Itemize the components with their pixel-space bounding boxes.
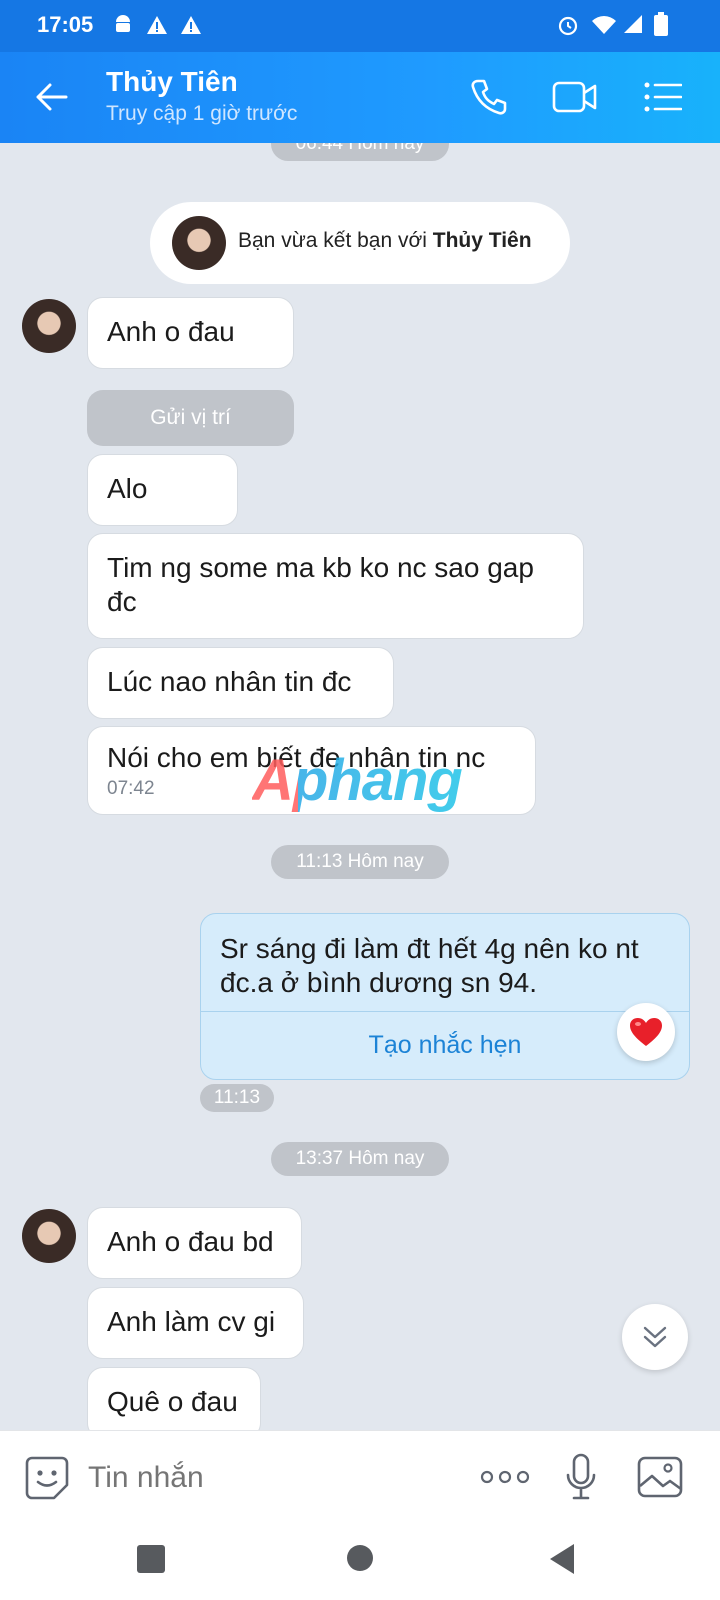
microphone-icon[interactable] [566,1453,596,1501]
list-menu-icon[interactable] [644,82,682,112]
contact-name[interactable]: Thủy Tiên [106,66,238,98]
android-icon [116,15,130,32]
message-input[interactable] [86,1453,460,1503]
video-camera-icon[interactable] [552,80,598,114]
last-seen-status: Truy cập 1 giờ trước [106,102,298,125]
received-message[interactable]: Anh làm cv gi [87,1287,304,1359]
back-button[interactable] [549,1543,575,1575]
double-chevron-down-icon [643,1326,667,1348]
message-list[interactable]: 06:44 Hôm nay Bạn vừa kết bạn với Thủy T… [0,143,720,1430]
more-dots-icon[interactable] [480,1469,530,1485]
heart-reaction-button[interactable] [617,1003,675,1061]
recent-apps-button[interactable] [137,1545,165,1573]
message-text: Tim ng some ma kb ko nc sao gap đc [107,552,534,617]
status-time: 17:05 [37,12,94,37]
status-bar: 17:05 [0,0,720,52]
battery-icon [654,12,668,36]
signal-icon [624,15,642,33]
alarm-icon [558,16,578,36]
button-label: Gửi vị trí [150,406,231,429]
heart-reaction-icon [630,1018,662,1046]
avatar[interactable] [22,299,76,353]
warning-icon [181,16,201,34]
home-button[interactable] [347,1545,373,1571]
time-divider: 13:37 Hôm nay [271,1142,449,1176]
watermark-logo: Aphang [252,747,463,814]
friend-notice: Bạn vừa kết bạn với Thủy Tiên [150,202,570,284]
avatar[interactable] [172,216,226,270]
scroll-to-bottom-button[interactable] [622,1304,688,1370]
message-text: Anh o đau [107,316,235,347]
received-message[interactable]: Alo [87,454,238,526]
avatar[interactable] [22,1209,76,1263]
image-icon[interactable] [637,1456,683,1498]
notice-name: Thủy Tiên [432,229,532,252]
received-message[interactable]: Anh o đau [87,297,294,369]
message-text: Quê o đau [107,1386,238,1417]
notice-prefix: Bạn vừa kết bạn với [238,229,427,252]
message-text: Sr sáng đi làm đt hết 4g nên ko nt đc.a … [220,933,639,998]
received-message[interactable]: Anh o đau bd [87,1207,302,1279]
watermark-text: Aphang [252,748,463,813]
create-reminder-button[interactable]: Tạo nhắc hẹn [201,1012,689,1079]
sticker-face-icon[interactable] [24,1455,70,1501]
sent-message[interactable]: Sr sáng đi làm đt hết 4g nên ko nt đc.a … [200,913,690,1080]
time-divider: 11:13 Hôm nay [271,845,449,879]
message-text: Anh làm cv gi [107,1306,276,1337]
phone-icon[interactable] [470,78,508,116]
system-nav-bar [0,1522,720,1600]
message-text: Lúc nao nhân tin đc [107,666,352,697]
message-text: Alo [107,473,148,504]
chat-header: Thủy Tiên Truy cập 1 giờ trước [0,52,720,143]
wifi-icon [592,16,616,34]
button-label: Tạo nhắc hẹn [368,1031,522,1059]
message-composer [0,1430,720,1523]
warning-icon [147,16,167,34]
friend-notice-text: Bạn vừa kết bạn với Thủy Tiên [238,229,532,253]
message-text: Anh o đau bd [107,1226,274,1257]
arrow-left-icon[interactable] [34,82,68,112]
time-divider: 06:44 Hôm nay [271,143,449,161]
received-message[interactable]: Lúc nao nhân tin đc [87,647,394,719]
received-message[interactable]: Quê o đau [87,1367,261,1430]
send-location-button[interactable]: Gửi vị trí [87,390,294,446]
message-timestamp: 11:13 [200,1084,274,1112]
received-message[interactable]: Tim ng some ma kb ko nc sao gap đc [87,533,584,639]
